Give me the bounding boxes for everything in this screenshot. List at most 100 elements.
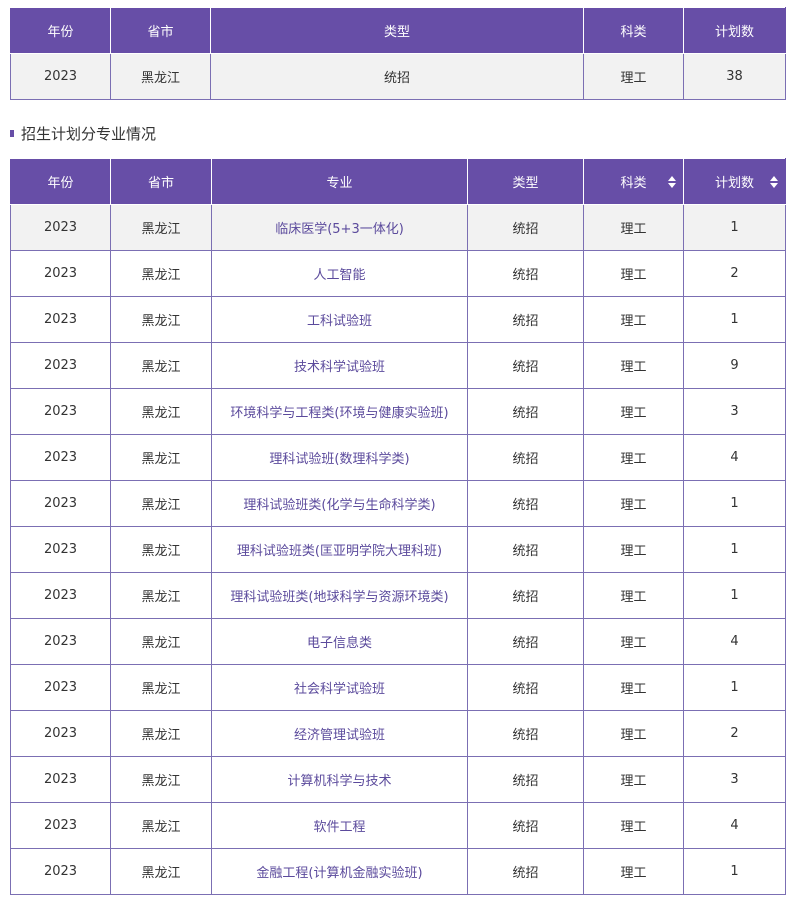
col-header-type: 类型 (210, 7, 584, 54)
cell-major[interactable]: 社会科学试验班 (211, 664, 468, 711)
table-row: 2023 黑龙江 社会科学试验班 统招 理工 1 (10, 664, 786, 711)
cell-category: 理工 (583, 848, 684, 895)
cell-province: 黑龙江 (110, 296, 212, 343)
table-row: 2023 黑龙江 技术科学试验班 统招 理工 9 (10, 342, 786, 389)
cell-category: 理工 (583, 53, 684, 100)
page: 年份 省市 类型 科类 计划数 2023 黑龙江 统招 理工 38 招生计划分专… (0, 0, 793, 901)
cell-category: 理工 (583, 250, 684, 297)
cell-year: 2023 (10, 388, 111, 435)
cell-major[interactable]: 电子信息类 (211, 618, 468, 665)
cell-province: 黑龙江 (110, 53, 211, 100)
major-table-body: 2023 黑龙江 临床医学(5+3一体化) 统招 理工 1 2023 黑龙江 人工智能 统招 理工 2… (10, 204, 786, 895)
cell-plan-count: 1 (683, 526, 786, 573)
col-header-plan-count-sortable[interactable]: 计划数 (683, 158, 786, 205)
table-row: 2023 黑龙江 环境科学与工程类(环境与健康实验班) 统招 理工 3 (10, 388, 786, 435)
col-header-category-label: 科类 (620, 176, 647, 191)
col-header-plan-count-label: 计划数 (714, 176, 754, 191)
table-row: 2023 黑龙江 计算机科学与技术 统招 理工 3 (10, 756, 786, 803)
cell-plan-count: 1 (683, 480, 786, 527)
cell-province: 黑龙江 (110, 802, 212, 849)
cell-year: 2023 (10, 802, 111, 849)
cell-year: 2023 (10, 480, 111, 527)
table-row: 2023 黑龙江 电子信息类 统招 理工 4 (10, 618, 786, 665)
col-header-category-sortable[interactable]: 科类 (583, 158, 684, 205)
cell-year: 2023 (10, 296, 111, 343)
cell-type: 统招 (467, 204, 584, 251)
col-header-category: 科类 (583, 7, 684, 54)
sort-icon[interactable] (770, 175, 778, 188)
cell-plan-count: 1 (683, 204, 786, 251)
cell-province: 黑龙江 (110, 388, 212, 435)
cell-plan-count: 38 (683, 53, 786, 100)
cell-type: 统招 (467, 388, 584, 435)
col-header-major: 专业 (211, 158, 468, 205)
cell-year: 2023 (10, 572, 111, 619)
cell-type: 统招 (467, 848, 584, 895)
cell-province: 黑龙江 (110, 434, 212, 481)
cell-province: 黑龙江 (110, 848, 212, 895)
col-header-year: 年份 (10, 158, 111, 205)
cell-type: 统招 (467, 756, 584, 803)
cell-type: 统招 (467, 480, 584, 527)
cell-major[interactable]: 临床医学(5+3一体化) (211, 204, 468, 251)
table-row: 2023 黑龙江 经济管理试验班 统招 理工 2 (10, 710, 786, 757)
cell-plan-count: 2 (683, 710, 786, 757)
cell-major[interactable]: 理科试验班类(匡亚明学院大理科班) (211, 526, 468, 573)
section-title-text: 招生计划分专业情况 (21, 124, 157, 143)
col-header-type: 类型 (467, 158, 584, 205)
cell-province: 黑龙江 (110, 664, 212, 711)
cell-major[interactable]: 人工智能 (211, 250, 468, 297)
cell-province: 黑龙江 (110, 618, 212, 665)
cell-type: 统招 (467, 434, 584, 481)
cell-type: 统招 (210, 53, 584, 100)
cell-major[interactable]: 经济管理试验班 (211, 710, 468, 757)
cell-major[interactable]: 计算机科学与技术 (211, 756, 468, 803)
cell-major[interactable]: 理科试验班类(化学与生命科学类) (211, 480, 468, 527)
major-header-row: 年份 省市 专业 类型 科类 计划数 (10, 158, 786, 205)
cell-plan-count: 1 (683, 572, 786, 619)
cell-category: 理工 (583, 664, 684, 711)
cell-province: 黑龙江 (110, 480, 212, 527)
major-table: 年份 省市 专业 类型 科类 计划数 2023 黑龙江 临床医学(5+3一体化)… (10, 158, 786, 895)
cell-year: 2023 (10, 434, 111, 481)
cell-plan-count: 4 (683, 802, 786, 849)
cell-category: 理工 (583, 480, 684, 527)
summary-table: 年份 省市 类型 科类 计划数 2023 黑龙江 统招 理工 38 (10, 7, 786, 100)
table-row: 2023 黑龙江 人工智能 统招 理工 2 (10, 250, 786, 297)
sort-icon[interactable] (668, 175, 676, 188)
table-row: 2023 黑龙江 理科试验班类(匡亚明学院大理科班) 统招 理工 1 (10, 526, 786, 573)
cell-category: 理工 (583, 802, 684, 849)
cell-year: 2023 (10, 526, 111, 573)
cell-category: 理工 (583, 618, 684, 665)
cell-category: 理工 (583, 434, 684, 481)
cell-category: 理工 (583, 296, 684, 343)
cell-major[interactable]: 理科试验班(数理科学类) (211, 434, 468, 481)
cell-province: 黑龙江 (110, 756, 212, 803)
cell-major[interactable]: 理科试验班类(地球科学与资源环境类) (211, 572, 468, 619)
table-row: 2023 黑龙江 金融工程(计算机金融实验班) 统招 理工 1 (10, 848, 786, 895)
cell-plan-count: 3 (683, 756, 786, 803)
cell-major[interactable]: 环境科学与工程类(环境与健康实验班) (211, 388, 468, 435)
cell-plan-count: 4 (683, 618, 786, 665)
cell-major[interactable]: 工科试验班 (211, 296, 468, 343)
table-row: 2023 黑龙江 软件工程 统招 理工 4 (10, 802, 786, 849)
cell-plan-count: 1 (683, 664, 786, 711)
cell-plan-count: 2 (683, 250, 786, 297)
cell-type: 统招 (467, 296, 584, 343)
cell-province: 黑龙江 (110, 526, 212, 573)
cell-year: 2023 (10, 250, 111, 297)
cell-type: 统招 (467, 250, 584, 297)
table-row: 2023 黑龙江 工科试验班 统招 理工 1 (10, 296, 786, 343)
cell-year: 2023 (10, 756, 111, 803)
cell-type: 统招 (467, 664, 584, 711)
cell-province: 黑龙江 (110, 342, 212, 389)
cell-type: 统招 (467, 342, 584, 389)
cell-year: 2023 (10, 710, 111, 757)
cell-year: 2023 (10, 53, 111, 100)
cell-type: 统招 (467, 618, 584, 665)
cell-type: 统招 (467, 572, 584, 619)
cell-major[interactable]: 技术科学试验班 (211, 342, 468, 389)
cell-type: 统招 (467, 526, 584, 573)
cell-major[interactable]: 软件工程 (211, 802, 468, 849)
cell-major[interactable]: 金融工程(计算机金融实验班) (211, 848, 468, 895)
